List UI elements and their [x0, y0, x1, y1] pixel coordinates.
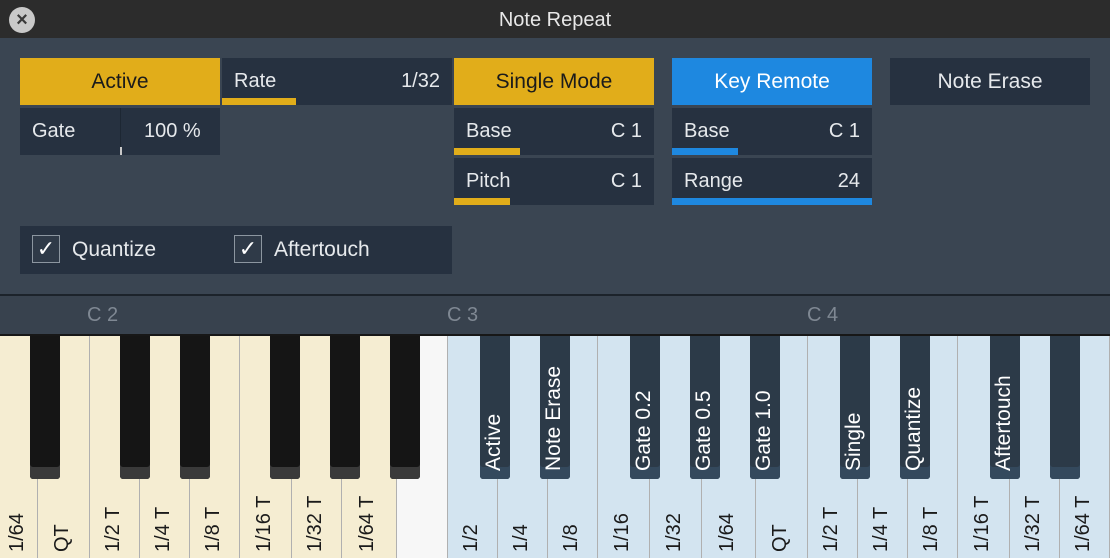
key-label: 1/8 T [919, 506, 942, 552]
key-label: 1/8 T [201, 506, 224, 552]
aftertouch-checkbox[interactable]: ✓ [234, 235, 262, 263]
key-label: Gate 0.2 [632, 390, 655, 471]
quantize-label: Quantize [72, 238, 157, 261]
title-bar: × Note Repeat [0, 0, 1110, 38]
single-base-label: Base [466, 120, 512, 142]
key-label: Gate 0.5 [692, 390, 715, 471]
single-pitch-level-bar [454, 198, 510, 205]
active-button[interactable]: Active [20, 58, 220, 105]
black-key[interactable]: Single [840, 336, 870, 479]
key-label: 1/32 [662, 513, 685, 552]
key-label: Quantize [902, 386, 925, 471]
key-label: 1/4 T [869, 506, 892, 552]
note-erase-button[interactable]: Note Erase [890, 58, 1090, 105]
key-label: 1/64 T [1071, 495, 1094, 552]
black-key[interactable]: Active [480, 336, 510, 479]
black-key[interactable]: Aftertouch [990, 336, 1020, 479]
remote-base-label: Base [684, 120, 730, 142]
key-label: 1/4 T [151, 506, 174, 552]
black-key[interactable]: Note Erase [540, 336, 570, 479]
black-key[interactable] [1050, 336, 1080, 479]
gate-label: Gate [32, 120, 76, 142]
rate-value: 1/32 [401, 70, 440, 92]
key-label: 1/64 [715, 513, 738, 552]
key-label: 1/2 [459, 524, 482, 552]
key-label: Aftertouch [992, 375, 1015, 471]
black-key[interactable] [330, 336, 360, 479]
black-key[interactable]: Quantize [900, 336, 930, 479]
window-title: Note Repeat [498, 9, 612, 31]
key-label: Active [482, 413, 505, 471]
black-key[interactable]: Gate 0.2 [630, 336, 660, 479]
aftertouch-label: Aftertouch [274, 238, 370, 261]
key-label: 1/2 T [101, 506, 124, 552]
gate-control[interactable]: Gate 100 % [20, 108, 220, 155]
remote-range-level-bar [672, 198, 872, 205]
gate-value: 100 % [144, 120, 201, 142]
rate-control[interactable]: Rate 1/32 [222, 58, 452, 105]
key-label: 1/8 [559, 524, 582, 552]
remote-base-control[interactable]: Base C 1 [672, 108, 872, 155]
octave-label: C 4 [807, 304, 839, 326]
key-label: Gate 1.0 [752, 390, 775, 471]
key-label: 1/32 T [303, 495, 326, 552]
key-label: 1/16 [610, 513, 633, 552]
note-repeat-window: × Note Repeat Active Gate 100 % Rate 1/3… [0, 0, 1110, 558]
close-icon[interactable]: × [9, 7, 35, 33]
piano-keyboard[interactable]: 1/64 QT 1/2 T 1/4 T 1/8 T 1/16 T 1/32 T 1/64 T 1… [0, 334, 1110, 558]
single-pitch-label: Pitch [466, 170, 511, 192]
key-label: 1/64 T [356, 495, 378, 552]
black-key[interactable] [120, 336, 150, 479]
single-pitch-control[interactable]: Pitch C 1 [454, 158, 654, 205]
remote-base-level-bar [672, 148, 738, 155]
black-key[interactable]: Gate 0.5 [690, 336, 720, 479]
key-label: 1/32 T [1021, 495, 1044, 552]
key-label: 1/16 T [252, 495, 275, 552]
single-base-level-bar [454, 148, 520, 155]
key-label: 1/2 T [819, 506, 842, 552]
octave-label: C 2 [87, 304, 119, 326]
black-key[interactable] [180, 336, 210, 479]
rate-label: Rate [234, 70, 277, 92]
remote-base-value: C 1 [828, 120, 860, 142]
octave-label: C 3 [447, 304, 479, 326]
black-key[interactable]: Gate 1.0 [750, 336, 780, 479]
options-row: ✓ Quantize ✓ Aftertouch [20, 226, 452, 274]
octave-ruler: C 2 C 3 C 4 [0, 296, 1110, 334]
gate-marker [120, 147, 122, 155]
remote-range-label: Range [684, 170, 743, 192]
key-label: 1/16 T [970, 495, 993, 552]
key-label: 1/64 [5, 513, 28, 552]
key-remote-button[interactable]: Key Remote [672, 58, 872, 105]
key-label: Note Erase [542, 365, 565, 471]
key-label: QT [50, 524, 73, 552]
single-base-value: C 1 [610, 120, 642, 142]
single-pitch-value: C 1 [610, 170, 642, 192]
black-key[interactable] [30, 336, 60, 479]
black-key[interactable] [390, 336, 420, 479]
rate-level-bar [222, 98, 296, 105]
key-label: QT [768, 524, 791, 552]
key-label: Single [842, 412, 865, 471]
key-label: 1/4 [509, 524, 532, 552]
quantize-checkbox[interactable]: ✓ [32, 235, 60, 263]
single-mode-button[interactable]: Single Mode [454, 58, 654, 105]
black-key[interactable] [270, 336, 300, 479]
remote-range-control[interactable]: Range 24 [672, 158, 872, 205]
remote-range-value: 24 [837, 170, 860, 192]
single-base-control[interactable]: Base C 1 [454, 108, 654, 155]
